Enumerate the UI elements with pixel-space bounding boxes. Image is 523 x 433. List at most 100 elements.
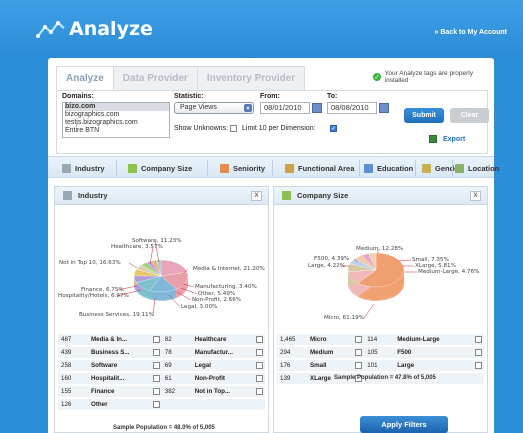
domain-option[interactable]: bizographics.com: [65, 111, 169, 119]
from-label: From:: [260, 93, 280, 100]
checkbox[interactable]: [256, 335, 263, 343]
row-checkbox: [253, 399, 265, 410]
pie-label: Hospitality/Hotels, 6.97%: [58, 293, 129, 299]
row-checkbox[interactable]: [149, 399, 162, 410]
main-panel: Analyze Data Provider Inventory Provider…: [48, 58, 499, 433]
checkbox[interactable]: [475, 361, 482, 369]
name-cell: Business S...: [88, 347, 150, 358]
row-checkbox[interactable]: [352, 347, 365, 358]
row-checkbox[interactable]: [253, 360, 265, 371]
name-cell: Healthcare: [191, 334, 253, 345]
gender-icon: [422, 163, 431, 173]
row-checkbox[interactable]: [472, 360, 484, 371]
pie-leader-line: [363, 303, 375, 319]
show-unknowns-checkbox[interactable]: [230, 125, 237, 132]
back-to-account-link[interactable]: » Back to My Account: [435, 29, 507, 36]
install-status: ✓ Your Analyze tags are properly install…: [373, 70, 494, 84]
calendar-icon[interactable]: [312, 103, 322, 113]
export-link[interactable]: Export: [429, 135, 465, 143]
pie-label: Manufacturing, 3.40%: [195, 284, 257, 290]
pie-label: F500, 4.39%: [314, 256, 349, 262]
to-date-input[interactable]: 08/08/2010: [327, 102, 377, 114]
checkbox[interactable]: [475, 348, 482, 356]
calendar-icon[interactable]: [379, 103, 389, 113]
close-button[interactable]: X: [251, 191, 262, 201]
clear-button[interactable]: Clear: [450, 108, 489, 123]
name-cell: Hospitalit...: [88, 373, 150, 384]
row-checkbox[interactable]: [253, 373, 265, 384]
pie-slices: [133, 259, 189, 301]
name-cell: Legal: [191, 360, 253, 371]
checkbox[interactable]: [475, 335, 482, 343]
limit-per-dimension-label: Limit 10 per Dimension:: [242, 125, 316, 132]
row-checkbox[interactable]: [253, 347, 265, 358]
domain-option[interactable]: Entire BTN: [65, 127, 169, 135]
dimension-tab-industry[interactable]: Industry: [62, 157, 105, 179]
limit-per-dimension-checkbox[interactable]: ✓: [330, 125, 337, 132]
row-checkbox[interactable]: [149, 373, 162, 384]
table-row: 487 Media & In... 82 Healthcare: [58, 334, 265, 345]
location-icon: [455, 163, 464, 173]
row-checkbox[interactable]: [472, 334, 484, 345]
select-arrows-icon: ▲: [244, 104, 252, 112]
row-checkbox: [472, 373, 484, 384]
row-checkbox[interactable]: [149, 386, 162, 397]
name-cell: [191, 399, 253, 410]
statistic-select[interactable]: Page Views ▲: [174, 102, 254, 114]
industry-table: 487 Media & In... 82 Healthcare 439 Business …: [58, 332, 265, 412]
count-cell: 294: [277, 347, 307, 358]
checkbox[interactable]: [355, 361, 363, 369]
checkbox[interactable]: [152, 374, 160, 382]
row-checkbox[interactable]: [352, 360, 365, 371]
checkbox[interactable]: [152, 348, 160, 356]
dimension-tabs: Industry Company Size Seniority Function…: [48, 156, 499, 179]
table-row: 294 Medium 105 F500: [277, 347, 484, 358]
checkbox[interactable]: [256, 374, 263, 382]
pie-leader-line: [128, 262, 138, 269]
domains-listbox[interactable]: bizo.com bizographics.com testjs.bizogra…: [62, 102, 170, 138]
excel-icon: [429, 135, 437, 143]
tab-data-provider[interactable]: Data Provider: [112, 66, 198, 90]
checkbox[interactable]: [152, 387, 160, 395]
row-checkbox[interactable]: [472, 347, 484, 358]
card-title: Industry: [78, 191, 108, 200]
table-row: 155 Finance 382 Not in Top...: [58, 386, 265, 397]
checkbox[interactable]: [152, 335, 160, 343]
company-size-icon: [282, 191, 291, 200]
domain-option[interactable]: testjs.bizographics.com: [65, 119, 169, 127]
checkbox[interactable]: [355, 348, 363, 356]
apply-filters-button[interactable]: Apply Filters: [360, 416, 448, 433]
row-checkbox[interactable]: [352, 334, 365, 345]
pie-leader-line: [397, 259, 412, 262]
count-cell: [161, 399, 192, 410]
row-checkbox[interactable]: [253, 386, 265, 397]
tab-analyze[interactable]: Analyze: [56, 66, 114, 90]
top-bar: Analyze » Back to My Account: [0, 0, 523, 58]
checkbox[interactable]: [152, 361, 160, 369]
tab-inventory-provider[interactable]: Inventory Provider: [196, 66, 306, 90]
domain-option[interactable]: bizo.com: [65, 103, 169, 111]
row-checkbox[interactable]: [149, 360, 162, 371]
from-date-input[interactable]: 08/01/2010: [260, 102, 310, 114]
dimension-tab-seniority[interactable]: Seniority: [220, 157, 265, 179]
dimension-tab-education[interactable]: Education: [364, 157, 413, 179]
checkbox[interactable]: [355, 335, 363, 343]
table-row: 160 Hospitalit... 61 Non-Profit: [58, 373, 265, 384]
checkbox[interactable]: [256, 361, 263, 369]
show-unknowns-label: Show Unknowns:: [174, 125, 229, 132]
divider: [207, 160, 208, 176]
row-checkbox[interactable]: [149, 347, 162, 358]
close-button[interactable]: X: [470, 191, 481, 201]
row-checkbox[interactable]: [253, 334, 265, 345]
checkbox[interactable]: [256, 348, 263, 356]
divider: [116, 160, 117, 176]
checkbox[interactable]: [152, 400, 160, 408]
checkbox[interactable]: [256, 387, 263, 395]
card-title: Company Size: [297, 191, 349, 200]
submit-button[interactable]: Submit: [404, 108, 444, 123]
name-cell: Not in Top...: [191, 386, 253, 397]
dimension-tab-functional-area[interactable]: Functional Area: [285, 157, 354, 179]
dimension-tab-location[interactable]: Location: [455, 157, 499, 179]
dimension-tab-company-size[interactable]: Company Size: [128, 157, 192, 179]
row-checkbox[interactable]: [149, 334, 162, 345]
